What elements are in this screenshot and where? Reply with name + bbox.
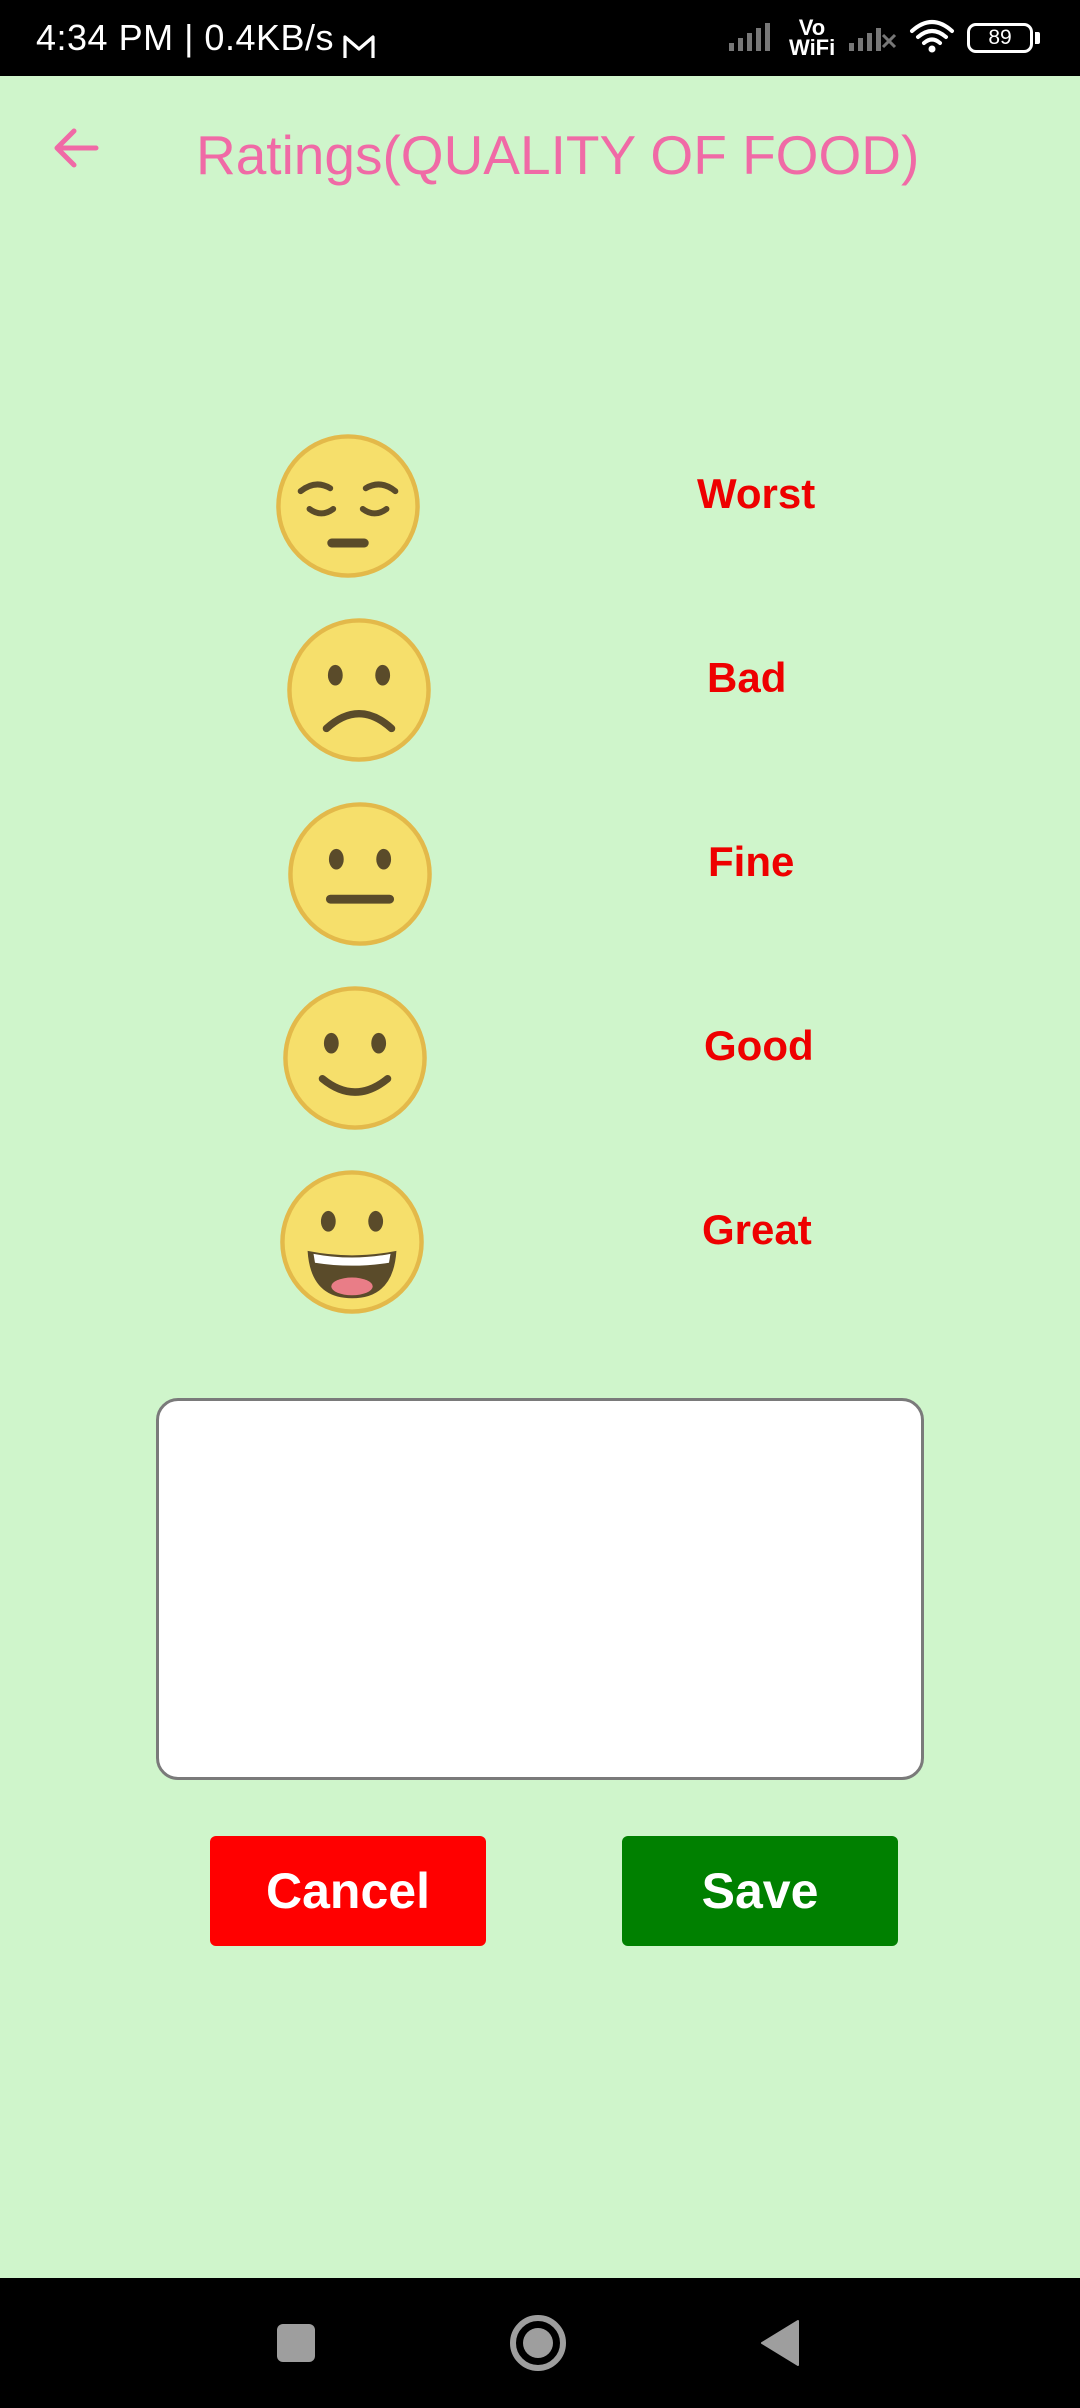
- recents-square-icon: [277, 2324, 315, 2362]
- rating-option-worst[interactable]: Worst: [0, 426, 1080, 586]
- neutral-face-icon: [288, 802, 432, 946]
- page-title: Ratings(QUALITY OF FOOD): [196, 124, 920, 186]
- frowning-face-icon: [287, 618, 431, 762]
- status-icons: Vo WiFi 89: [727, 12, 1040, 64]
- rating-label-fine: Fine: [708, 838, 795, 885]
- arrow-left-icon: [54, 128, 99, 168]
- cancel-button[interactable]: Cancel: [210, 1836, 486, 1946]
- cancel-button-label: Cancel: [266, 1863, 430, 1919]
- battery-tip: [1035, 32, 1040, 44]
- rating-label-bad: Bad: [707, 654, 787, 701]
- rating-option-fine[interactable]: Fine: [0, 794, 1080, 954]
- home-button[interactable]: [498, 2278, 578, 2408]
- save-button-label: Save: [701, 1863, 819, 1919]
- rating-option-great[interactable]: Great: [0, 1162, 1080, 1322]
- recents-button[interactable]: [256, 2278, 336, 2408]
- rating-option-bad[interactable]: Bad: [0, 610, 1080, 770]
- nav-back-button[interactable]: [740, 2278, 820, 2408]
- battery-icon: 89: [967, 23, 1033, 53]
- navigation-bar: [0, 2278, 1080, 2408]
- grinning-face-icon: [280, 1170, 424, 1314]
- back-triangle-icon: [761, 2320, 799, 2366]
- save-button[interactable]: Save: [622, 1836, 898, 1946]
- rating-label-worst: Worst: [697, 470, 816, 517]
- rating-option-good[interactable]: Good: [0, 978, 1080, 1138]
- signal-off-icon: [847, 21, 897, 56]
- slightly-smiling-face-icon: [283, 986, 427, 1130]
- rating-label-great: Great: [702, 1206, 812, 1253]
- gmail-icon: [342, 34, 376, 65]
- battery-level: 89: [988, 26, 1012, 49]
- volte-wifi-label: Vo WiFi: [789, 15, 836, 60]
- home-circle-icon: [510, 2315, 566, 2371]
- back-button[interactable]: [44, 116, 108, 180]
- comment-input[interactable]: [156, 1398, 924, 1780]
- rating-label-good: Good: [704, 1022, 814, 1069]
- status-bar: 4:34 PM | 0.4KB/s Vo WiFi 89: [0, 0, 1080, 76]
- status-time: 4:34 PM | 0.4KB/s: [36, 17, 334, 58]
- signal-icon: [727, 21, 777, 56]
- wifi-icon: [909, 19, 955, 58]
- pensive-face-icon: [276, 434, 420, 578]
